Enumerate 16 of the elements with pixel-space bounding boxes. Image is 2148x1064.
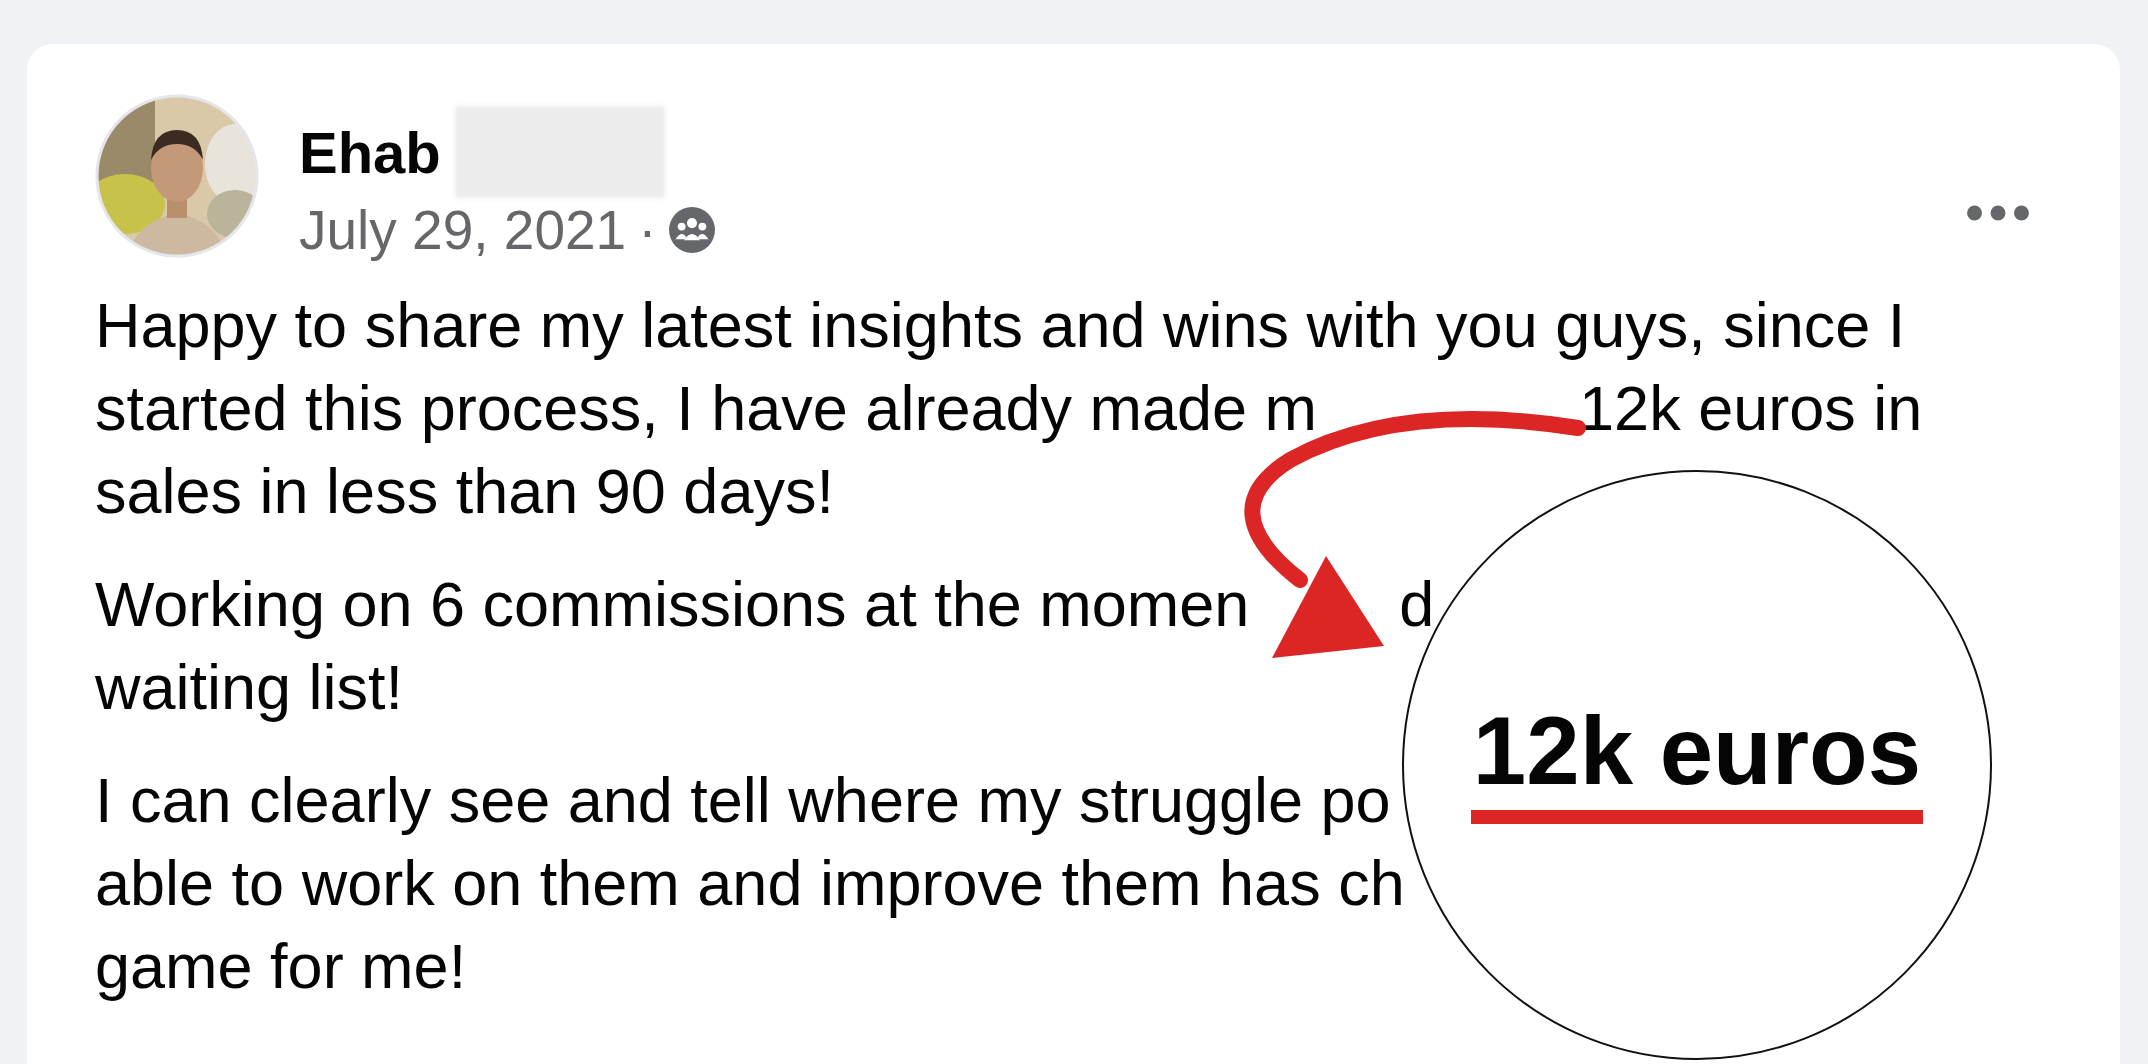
highlight-text: 12k euros (1472, 696, 1922, 806)
post-text-fragment: started this process, I have already made m (95, 372, 1318, 445)
post-text-fragment: Working on 6 commissions at the momen (95, 568, 1250, 641)
post-text-line: sales in less than 90 days! (95, 455, 834, 528)
post-text-fragment: 12k euros in (1579, 372, 1923, 445)
author-name[interactable]: Ehab (299, 118, 441, 186)
post-date[interactable]: July 29, 2021 (299, 198, 627, 262)
group-icon (668, 207, 715, 253)
post-text-line: Happy to share my latest insights and wins with you guys, since I (95, 289, 1906, 362)
post-text-fragment: d (1399, 568, 1435, 641)
more-icon[interactable] (1966, 204, 2030, 222)
post-text-line: game for me! (95, 930, 467, 1003)
post-text-line: I can clearly see and tell where my struggle po (95, 764, 1391, 837)
post-text-line: able to work on them and improve them has ch (95, 847, 1405, 920)
separator: · (638, 198, 657, 262)
post-text-line: waiting list! (95, 651, 404, 724)
